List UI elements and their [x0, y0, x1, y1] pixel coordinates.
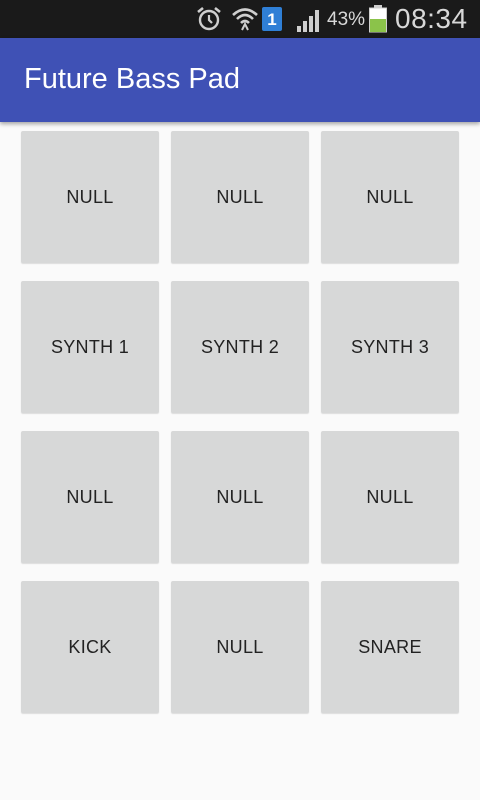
alarm-icon [197, 6, 221, 31]
pad-label: SNARE [358, 636, 422, 657]
pad-button[interactable]: SYNTH 3 [321, 281, 459, 413]
pad-label: NULL [216, 636, 264, 657]
pad-label: NULL [66, 486, 114, 507]
pad-label: KICK [68, 636, 112, 657]
battery-icon [369, 5, 387, 33]
pad-button[interactable]: SYNTH 2 [171, 281, 309, 413]
pad-button[interactable]: NULL [21, 131, 159, 263]
pad-label: NULL [366, 486, 414, 507]
pad-label: NULL [216, 486, 264, 507]
pad-button[interactable]: NULL [321, 431, 459, 563]
app-title: Future Bass Pad [24, 63, 240, 95]
clock: 08:34 [395, 3, 468, 34]
app-bar: Future Bass Pad [0, 38, 480, 122]
signal-icon [297, 10, 319, 32]
pad-grid: NULL NULL NULL SYNTH 1 SYNTH 2 SYNTH 3 N… [21, 131, 459, 713]
pad-label: SYNTH 3 [350, 336, 430, 357]
pad-label: NULL [216, 186, 264, 207]
pad-label: SYNTH 1 [50, 336, 130, 357]
pad-button[interactable]: NULL [21, 431, 159, 563]
pad-button[interactable]: KICK [21, 581, 159, 713]
pad-button[interactable]: SNARE [321, 581, 459, 713]
pad-label: SYNTH 2 [200, 336, 280, 357]
pad-button[interactable]: SYNTH 1 [21, 281, 159, 413]
pad-button[interactable]: NULL [171, 131, 309, 263]
pad-label: NULL [366, 186, 414, 207]
pad-button[interactable]: NULL [321, 131, 459, 263]
wifi-icon [232, 8, 258, 31]
sim-1-icon: 1 [262, 7, 282, 31]
pad-label: NULL [66, 186, 114, 207]
svg-text:1: 1 [267, 10, 276, 29]
status-bar: 1 43% 08:34 [0, 0, 480, 38]
battery-percent: 43% [327, 9, 366, 30]
pad-button[interactable]: NULL [171, 431, 309, 563]
pad-button[interactable]: NULL [171, 581, 309, 713]
